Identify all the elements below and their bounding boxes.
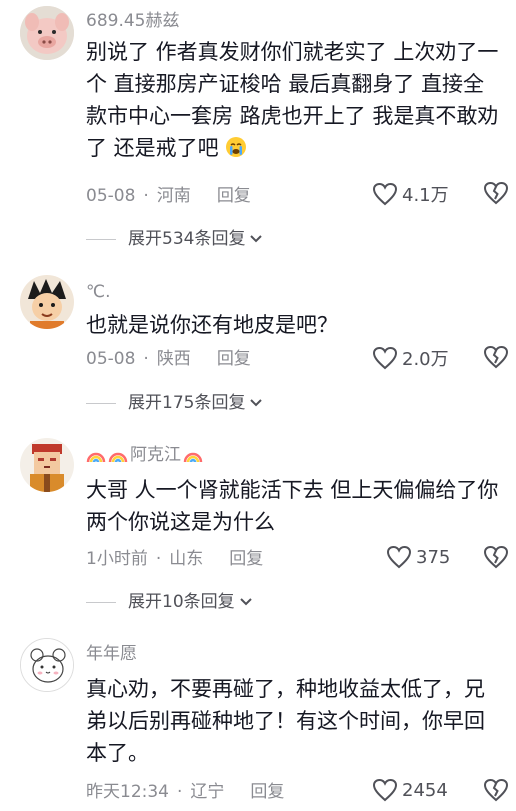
reply-button[interactable]: 回复 (229, 549, 263, 569)
comment-date: 昨天12:34 (86, 782, 169, 802)
chevron-down-icon (250, 235, 263, 243)
comment-date: 05-08 (86, 349, 136, 369)
pig-avatar-icon[interactable] (20, 6, 74, 60)
username[interactable]: ℃. (86, 281, 111, 303)
like-button[interactable]: 375 (386, 545, 450, 569)
expand-replies-label: 展开10条回复 (128, 592, 235, 612)
like-button[interactable]: 2.0万 (372, 345, 449, 371)
comment-location: 河南 (156, 186, 191, 206)
reply-button[interactable]: 回复 (250, 782, 284, 802)
rainbow-icon (183, 452, 203, 463)
like-count: 2.0万 (402, 349, 449, 370)
comment-meta: 1小时前 · 山东 回复 (86, 548, 263, 570)
comment-meta: 05-08 · 陕西 回复 (86, 348, 251, 370)
chevron-down-icon (239, 598, 252, 606)
divider-line (86, 402, 116, 404)
like-count: 2454 (402, 779, 448, 801)
reply-button[interactable]: 回复 (217, 349, 251, 369)
heart-icon (372, 182, 398, 206)
divider-line (86, 238, 116, 240)
reply-button[interactable]: 回复 (217, 186, 251, 206)
rainbow-icon (108, 452, 128, 463)
cartoon-character-avatar-icon[interactable] (20, 438, 74, 492)
heart-icon (372, 346, 398, 370)
like-count: 4.1万 (402, 185, 449, 206)
broken-heart-icon[interactable] (483, 778, 509, 804)
username[interactable]: 年年愿 (86, 643, 137, 665)
broken-heart-icon[interactable] (483, 545, 509, 571)
separator-dot: · (143, 186, 149, 206)
expand-replies-button[interactable]: 展开10条回复 (86, 591, 253, 613)
comment-location: 山东 (169, 549, 204, 569)
separator-dot: · (155, 549, 162, 569)
expand-replies-button[interactable]: 展开534条回复 (86, 228, 263, 250)
comment-location: 陕西 (156, 349, 191, 369)
chevron-down-icon (250, 399, 263, 407)
broken-heart-icon[interactable] (483, 345, 509, 371)
comment-text: 也就是说你还有地皮是吧？ (86, 313, 338, 337)
heart-icon (372, 778, 398, 802)
username: 阿克江 (86, 444, 203, 466)
like-count: 375 (416, 546, 451, 568)
crying-emoji-icon (225, 135, 247, 157)
username[interactable]: 689.45赫兹 (86, 10, 179, 32)
comment-meta: 昨天12:34 · 辽宁 回复 (86, 781, 284, 803)
comment-location: 辽宁 (190, 782, 225, 802)
expand-replies-label: 展开534条回复 (128, 229, 246, 249)
expand-replies-button[interactable]: 展开175条回复 (86, 392, 263, 414)
like-button[interactable]: 4.1万 (372, 181, 449, 207)
cartoon-boy-avatar-icon[interactable] (20, 275, 74, 329)
comment-date: 1小时前 (86, 549, 148, 569)
rainbow-icon (86, 452, 106, 463)
username-text[interactable]: 阿克江 (130, 444, 181, 466)
comment-date: 05-08 (86, 186, 136, 206)
comment-meta: 05-08 · 河南 回复 (86, 185, 251, 207)
divider-line (86, 601, 116, 603)
expand-replies-label: 展开175条回复 (128, 393, 246, 413)
separator-dot: · (177, 782, 183, 802)
comment-text: 大哥 人一个肾就能活下去 但上天偏偏给了你两个你说这是为什么 (86, 478, 499, 534)
comment-text: 真心劝，不要再碰了，种地收益太低了，兄弟以后别再碰种地了！有这个时间，你早回本了… (86, 677, 485, 765)
comment-text: 别说了 作者真发财你们就老实了 上次劝了一个 直接那房产证梭哈 最后真翻身了 直… (86, 40, 499, 160)
like-button[interactable]: 2454 (372, 778, 448, 802)
heart-icon (386, 545, 412, 569)
broken-heart-icon[interactable] (483, 181, 509, 207)
separator-dot: · (143, 349, 149, 369)
sketch-bear-avatar-icon[interactable] (20, 638, 74, 692)
